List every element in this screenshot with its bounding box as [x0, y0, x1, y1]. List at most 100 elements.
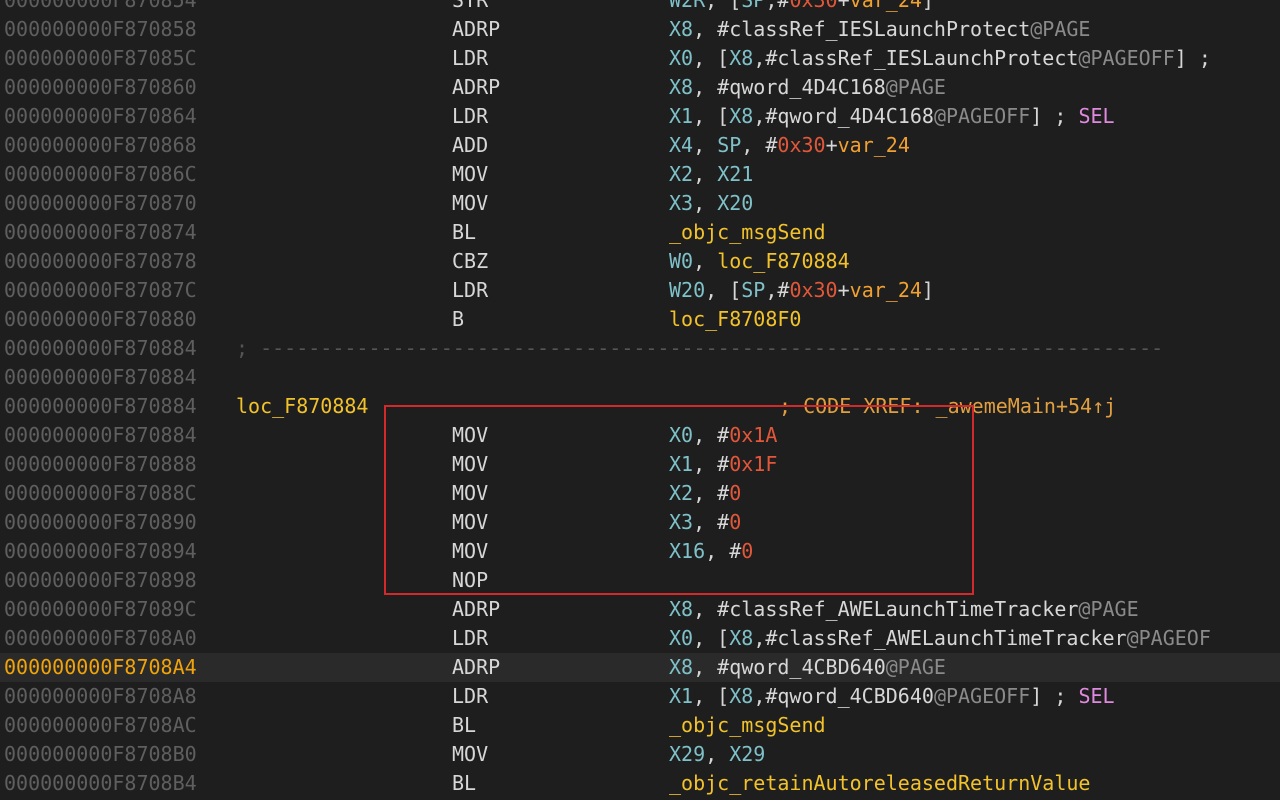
listing-row[interactable]: 000000000F8708A4 ADRP X8, #qword_4CBD640@P… — [0, 653, 1280, 682]
address[interactable]: 000000000F870884 — [4, 392, 197, 421]
address[interactable]: 000000000F87086C — [4, 160, 197, 189]
operand-token: , [ — [693, 46, 730, 70]
listing-row[interactable]: 000000000F870890 MOV X3, #0 — [0, 508, 1280, 537]
address[interactable]: 000000000F87089C — [4, 595, 197, 624]
operand-token: ] — [921, 0, 934, 12]
address[interactable]: 000000000F870884 — [4, 363, 197, 392]
listing-row[interactable]: 000000000F870884 ; ----------------------… — [0, 334, 1280, 363]
address[interactable]: 000000000F870884 — [4, 421, 197, 450]
operand-token[interactable]: , #classRef_AWELaunchTimeTracker — [693, 597, 1078, 621]
listing-row[interactable]: 000000000F8708AC BL _objc_msgSend — [0, 711, 1280, 740]
listing-row[interactable]: 000000000F870864 LDR X1, [X8,#qword_4D4C16… — [0, 102, 1280, 131]
operand-token: 0 — [729, 481, 742, 505]
listing-row[interactable]: 000000000F870898 NOP — [0, 566, 1280, 595]
listing-row[interactable]: 000000000F87087C LDR W20, [SP,#0x30+var_24… — [0, 276, 1280, 305]
operand-token: @PAGE — [885, 75, 946, 99]
address[interactable]: 000000000F8708B0 — [4, 740, 197, 769]
operand-token[interactable]: var_24 — [838, 133, 910, 157]
listing-row[interactable]: 000000000F870868 ADD X4, SP, #0x30+var_24 — [0, 131, 1280, 160]
listing-row[interactable]: 000000000F870860 ADRP X8, #qword_4D4C168@P… — [0, 73, 1280, 102]
address[interactable]: 000000000F870884 — [4, 334, 197, 363]
address[interactable]: 000000000F8708A8 — [4, 682, 197, 711]
operands: _objc_msgSend — [669, 218, 826, 247]
address[interactable]: 000000000F87085C — [4, 44, 197, 73]
operand-token: + — [825, 133, 838, 157]
operand-token: , — [693, 249, 718, 273]
address[interactable]: 000000000F87088C — [4, 479, 197, 508]
operand-token: + — [837, 0, 850, 12]
operands: X2, #0 — [669, 479, 741, 508]
operand-token[interactable]: , #classRef_IESLaunchProtect — [693, 17, 1030, 41]
address[interactable]: 000000000F870888 — [4, 450, 197, 479]
address[interactable]: 000000000F870870 — [4, 189, 197, 218]
mnemonic: ADRP — [452, 75, 501, 99]
operand-token: 0x30 — [789, 278, 838, 302]
operand-token: ] ; — [1030, 684, 1079, 708]
address[interactable]: 000000000F870890 — [4, 508, 197, 537]
operand-token: ] ; — [1030, 104, 1079, 128]
listing-row[interactable]: 000000000F87089C ADRP X8, #classRef_AWELau… — [0, 595, 1280, 624]
address[interactable]: 000000000F87087C — [4, 276, 197, 305]
listing-row[interactable]: 000000000F870878 CBZ W0, loc_F870884 — [0, 247, 1280, 276]
operand-token: @PAGE — [885, 655, 946, 679]
listing-row[interactable]: 000000000F8708A8 LDR X1, [X8,#qword_4CBD64… — [0, 682, 1280, 711]
listing-row[interactable]: 000000000F870884 MOV X0, #0x1A — [0, 421, 1280, 450]
address[interactable]: 000000000F870874 — [4, 218, 197, 247]
operands: X4, SP, #0x30+var_24 — [669, 131, 910, 160]
address[interactable]: 000000000F870854 — [4, 0, 197, 15]
operand-token: X1 — [669, 684, 694, 708]
operand-token[interactable]: , #qword_4D4C168 — [693, 75, 886, 99]
listing-row[interactable]: 000000000F870870 MOV X3, X20 — [0, 189, 1280, 218]
mnemonic: BL — [452, 713, 477, 737]
listing-row[interactable]: 000000000F8708A0 LDR X0, [X8,#classRef_AWE… — [0, 624, 1280, 653]
address[interactable]: 000000000F870864 — [4, 102, 197, 131]
operand-token[interactable]: ,#qword_4CBD640 — [753, 684, 934, 708]
operand-token[interactable]: _objc_retainAutoreleasedReturnValue — [669, 771, 1090, 795]
address[interactable]: 000000000F8708B4 — [4, 769, 197, 798]
operand-token: , — [693, 162, 718, 186]
operands: X1, [X8,#qword_4D4C168@PAGEOFF] ; SEL — [669, 102, 1115, 131]
address[interactable]: 000000000F870868 — [4, 131, 197, 160]
listing-row[interactable]: 000000000F870874 BL _objc_msgSend — [0, 218, 1280, 247]
listing-row[interactable]: 000000000F8708B0 MOV X29, X29 — [0, 740, 1280, 769]
operand-token: 0 — [729, 510, 742, 534]
operand-token[interactable]: , #qword_4CBD640 — [693, 655, 886, 679]
address[interactable]: 000000000F870898 — [4, 566, 197, 595]
listing-row[interactable]: 000000000F870884 loc_F870884 ; CODE XREF: … — [0, 392, 1280, 421]
operand-token[interactable]: var_24 — [850, 0, 922, 12]
address[interactable]: 000000000F8708A0 — [4, 624, 197, 653]
listing-row[interactable]: 000000000F87086C MOV X2, X21 — [0, 160, 1280, 189]
operand-token[interactable]: ,#qword_4D4C168 — [753, 104, 934, 128]
address[interactable]: 000000000F870894 — [4, 537, 197, 566]
operands: X0, [X8,#classRef_AWELaunchTimeTracker@P… — [669, 624, 1211, 653]
listing-row[interactable]: 000000000F870880 Bloc_F8708F0 — [0, 305, 1280, 334]
code-label[interactable]: loc_F870884 — [236, 392, 368, 421]
listing-row[interactable]: 000000000F870854 STR W2R, [SP,#0x30+var_24… — [0, 0, 1280, 15]
operand-token[interactable]: loc_F870884 — [717, 249, 849, 273]
address[interactable]: 000000000F870860 — [4, 73, 197, 102]
listing-row[interactable]: 000000000F870894 MOV X16, #0 — [0, 537, 1280, 566]
operand-token[interactable]: SEL — [1078, 104, 1114, 128]
operand-token[interactable]: loc_F8708F0 — [669, 307, 801, 331]
listing-row[interactable]: 000000000F870888 MOV X1, #0x1F — [0, 450, 1280, 479]
xref-comment[interactable]: ; CODE XREF: _awemeMain+54↑j — [779, 392, 1116, 421]
operand-token: , [ — [705, 278, 742, 302]
address[interactable]: 000000000F8708AC — [4, 711, 197, 740]
operands: X3, #0 — [669, 508, 741, 537]
address[interactable]: 000000000F870880 — [4, 305, 197, 334]
operand-token[interactable]: var_24 — [850, 278, 922, 302]
operand-token[interactable]: ,#classRef_IESLaunchProtect — [753, 46, 1078, 70]
listing-row[interactable]: 000000000F870884 — [0, 363, 1280, 392]
operand-token[interactable]: SEL — [1078, 684, 1114, 708]
operand-token[interactable]: ,#classRef_AWELaunchTimeTracker — [753, 626, 1126, 650]
listing-row[interactable]: 000000000F870858 ADRP X8, #classRef_IESLau… — [0, 15, 1280, 44]
listing-row[interactable]: 000000000F8708B4 BL _objc_retainAutoreleas… — [0, 769, 1280, 798]
address[interactable]: 000000000F870858 — [4, 15, 197, 44]
listing-row[interactable]: 000000000F87085C LDR X0, [X8,#classRef_IES… — [0, 44, 1280, 73]
operand-token: 0x1A — [729, 423, 778, 447]
operand-token[interactable]: _objc_msgSend — [669, 713, 826, 737]
address[interactable]: 000000000F870878 — [4, 247, 197, 276]
operand-token[interactable]: _objc_msgSend — [669, 220, 826, 244]
listing-row[interactable]: 000000000F87088C MOV X2, #0 — [0, 479, 1280, 508]
address[interactable]: 000000000F8708A4 — [4, 653, 197, 682]
